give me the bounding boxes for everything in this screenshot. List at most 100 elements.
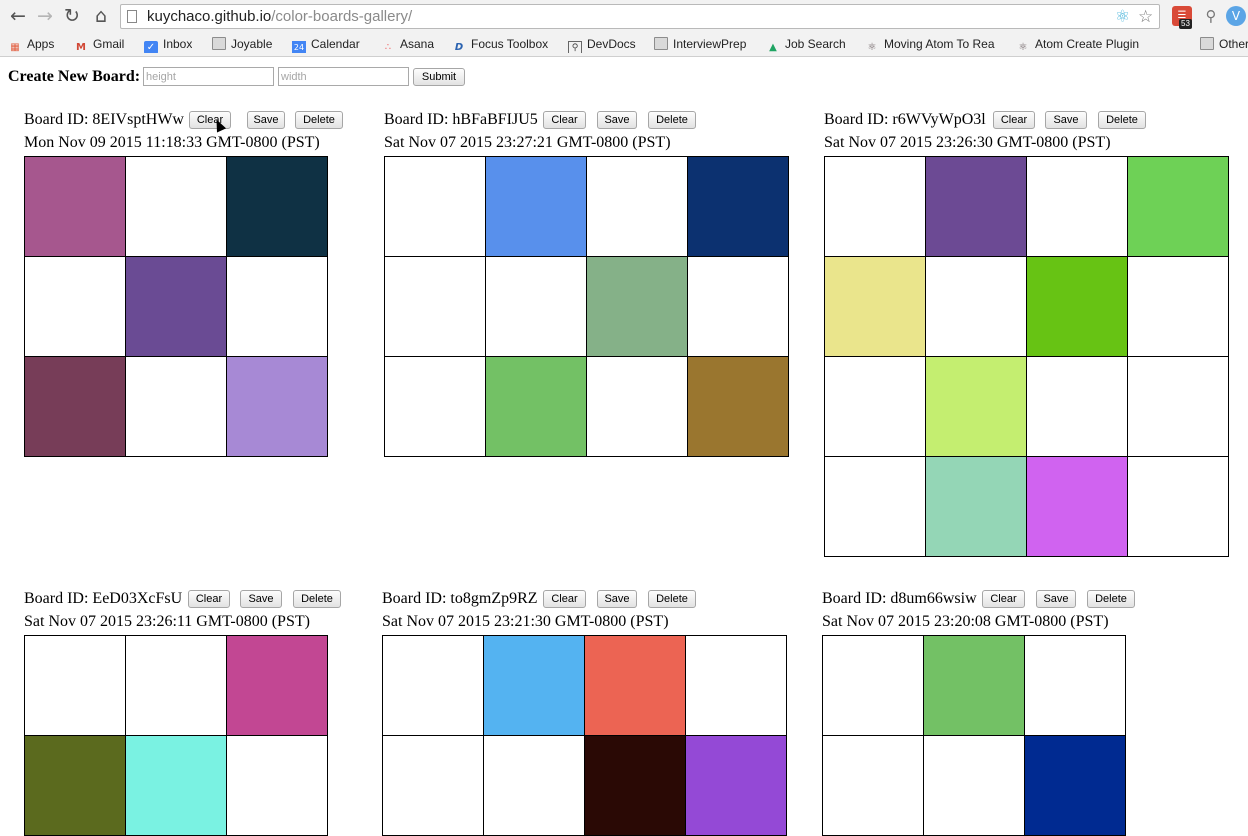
reload-icon[interactable]: ↻: [60, 4, 84, 28]
grid-cell[interactable]: [585, 736, 686, 836]
grid-cell[interactable]: [25, 636, 126, 736]
grid-cell[interactable]: [825, 157, 926, 257]
grid-cell[interactable]: [227, 357, 328, 457]
clear-button[interactable]: Clear: [188, 590, 230, 608]
grid-cell[interactable]: [926, 257, 1027, 357]
grid-cell[interactable]: [1128, 157, 1229, 257]
react-devtools-icon[interactable]: ⚛: [1115, 7, 1130, 27]
bookmark-calendar[interactable]: 24 Calendar: [292, 36, 360, 53]
bookmark-focus-toolbox[interactable]: D Focus Toolbox: [452, 36, 548, 53]
star-bookmark-icon[interactable]: ☆: [1138, 7, 1153, 27]
home-icon[interactable]: ⌂: [89, 4, 113, 28]
grid-cell[interactable]: [227, 257, 328, 357]
width-input[interactable]: [278, 67, 409, 86]
grid-cell[interactable]: [385, 357, 486, 457]
save-button[interactable]: Save: [597, 590, 637, 608]
grid-cell[interactable]: [486, 357, 587, 457]
address-bar[interactable]: kuychaco.github.io/color-boards-gallery/…: [120, 4, 1160, 29]
grid-cell[interactable]: [688, 157, 789, 257]
grid-cell[interactable]: [227, 157, 328, 257]
grid-cell[interactable]: [25, 157, 126, 257]
grid-cell[interactable]: [686, 636, 787, 736]
grid-cell[interactable]: [1027, 457, 1128, 557]
save-button[interactable]: Save: [240, 590, 282, 608]
grid-cell[interactable]: [1027, 157, 1128, 257]
grid-cell[interactable]: [924, 736, 1025, 836]
grid-cell[interactable]: [227, 636, 328, 736]
grid-cell[interactable]: [25, 257, 126, 357]
bookmark-job-search[interactable]: ▲ Job Search: [766, 36, 846, 53]
bookmark-joyable[interactable]: Joyable: [212, 36, 272, 53]
delete-button[interactable]: Delete: [1098, 111, 1146, 129]
grid-cell[interactable]: [1027, 257, 1128, 357]
bookmark-apps[interactable]: ▦ Apps: [8, 36, 54, 53]
grid-cell[interactable]: [686, 736, 787, 836]
bookmark-devdocs[interactable]: ⚲ DevDocs: [568, 36, 636, 53]
grid-cell[interactable]: [1128, 457, 1229, 557]
grid-cell[interactable]: [1025, 636, 1126, 736]
bookmark-interviewprep[interactable]: InterviewPrep: [654, 36, 746, 53]
grid-cell[interactable]: [126, 357, 227, 457]
grid-cell[interactable]: [126, 636, 227, 736]
grid-cell[interactable]: [1025, 736, 1126, 836]
height-input[interactable]: [143, 67, 274, 86]
back-arrow-icon[interactable]: ←: [6, 4, 30, 28]
grid-cell[interactable]: [1128, 257, 1229, 357]
clear-button[interactable]: Clear: [993, 111, 1035, 129]
save-button[interactable]: Save: [1036, 590, 1076, 608]
grid-cell[interactable]: [587, 257, 688, 357]
save-button[interactable]: Save: [597, 111, 637, 129]
bookmark-atom-create-plugin[interactable]: ⚛ Atom Create Plugin: [1016, 36, 1140, 53]
grid-cell[interactable]: [825, 357, 926, 457]
submit-button[interactable]: Submit: [413, 68, 465, 86]
bookmark-asana[interactable]: ∴ Asana: [381, 36, 434, 53]
forward-arrow-icon[interactable]: →: [33, 4, 57, 28]
grid-cell[interactable]: [486, 157, 587, 257]
grid-cell[interactable]: [227, 736, 328, 836]
bookmark-moving-atom[interactable]: ⚛ Moving Atom To Rea: [865, 36, 999, 53]
grid-cell[interactable]: [126, 736, 227, 836]
bookmark-inbox[interactable]: ✓ Inbox: [144, 36, 192, 53]
grid-cell[interactable]: [823, 736, 924, 836]
profile-avatar-icon[interactable]: V: [1226, 6, 1246, 26]
grid-cell[interactable]: [383, 736, 484, 836]
grid-cell[interactable]: [688, 357, 789, 457]
save-button[interactable]: Save: [1045, 111, 1087, 129]
search-extension-icon[interactable]: ⚲: [1201, 6, 1221, 26]
clear-button[interactable]: Clear: [982, 590, 1025, 608]
grid-cell[interactable]: [587, 157, 688, 257]
grid-cell[interactable]: [1027, 357, 1128, 457]
clear-button[interactable]: Clear: [543, 111, 586, 129]
grid-cell[interactable]: [484, 736, 585, 836]
grid-cell[interactable]: [688, 257, 789, 357]
delete-button[interactable]: Delete: [1087, 590, 1135, 608]
bookmark-gmail[interactable]: M Gmail: [74, 36, 124, 53]
bookmark-other[interactable]: Other: [1200, 36, 1248, 53]
grid-cell[interactable]: [25, 736, 126, 836]
grid-cell[interactable]: [587, 357, 688, 457]
grid-cell[interactable]: [383, 636, 484, 736]
grid-cell[interactable]: [385, 157, 486, 257]
grid-cell[interactable]: [126, 157, 227, 257]
grid-cell[interactable]: [825, 457, 926, 557]
grid-cell[interactable]: [486, 257, 587, 357]
delete-button[interactable]: Delete: [295, 111, 343, 129]
grid-cell[interactable]: [825, 257, 926, 357]
grid-cell[interactable]: [126, 257, 227, 357]
url-text[interactable]: kuychaco.github.io/color-boards-gallery/: [147, 8, 412, 25]
grid-cell[interactable]: [1128, 357, 1229, 457]
grid-cell[interactable]: [385, 257, 486, 357]
delete-button[interactable]: Delete: [648, 590, 696, 608]
grid-cell[interactable]: [25, 357, 126, 457]
delete-button[interactable]: Delete: [293, 590, 341, 608]
grid-cell[interactable]: [924, 636, 1025, 736]
grid-cell[interactable]: [585, 636, 686, 736]
grid-cell[interactable]: [926, 357, 1027, 457]
clear-button[interactable]: Clear: [543, 590, 586, 608]
delete-button[interactable]: Delete: [648, 111, 696, 129]
grid-cell[interactable]: [484, 636, 585, 736]
grid-cell[interactable]: [823, 636, 924, 736]
save-button[interactable]: Save: [247, 111, 285, 129]
grid-cell[interactable]: [926, 457, 1027, 557]
grid-cell[interactable]: [926, 157, 1027, 257]
